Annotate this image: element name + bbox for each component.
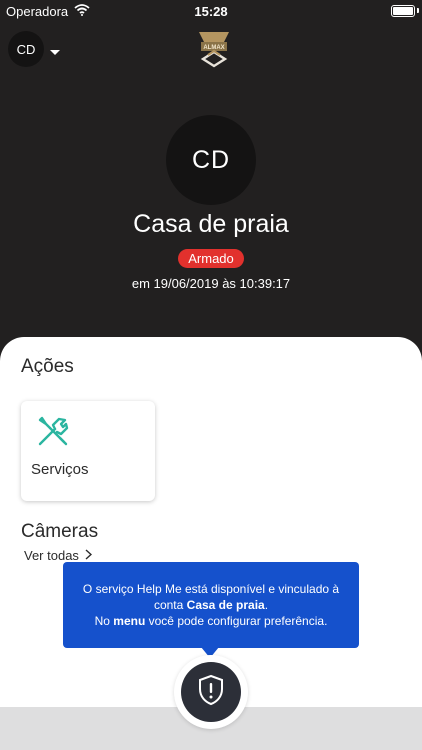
help-me-button[interactable] xyxy=(181,662,241,722)
chevron-down-icon[interactable] xyxy=(49,44,61,62)
tooltip-line-3: No menu você pode configurar preferência… xyxy=(94,614,328,628)
see-all-cameras-link[interactable]: Ver todas xyxy=(24,548,92,563)
tooltip-line-2: conta Casa de praia. xyxy=(153,598,269,612)
services-card[interactable]: Serviços xyxy=(21,401,155,501)
help-me-tooltip: O serviço Help Me está disponível e vinc… xyxy=(63,562,359,648)
shield-alert-icon xyxy=(197,674,225,711)
brand-logo: ALMAX xyxy=(195,30,233,68)
actions-heading: Ações xyxy=(21,356,74,377)
tools-icon xyxy=(36,414,70,448)
profile-avatar[interactable]: CD xyxy=(8,31,44,67)
chevron-right-icon xyxy=(85,548,92,563)
tooltip-line-1: O serviço Help Me está disponível e vinc… xyxy=(82,582,340,596)
see-all-label: Ver todas xyxy=(24,548,79,563)
battery-icon xyxy=(391,5,415,17)
clock: 15:28 xyxy=(194,4,228,19)
status-bar: Operadora 15:28 xyxy=(0,0,422,22)
cameras-heading: Câmeras xyxy=(21,521,99,542)
status-badge: Armado xyxy=(178,249,244,268)
location-name: Casa de praia xyxy=(133,210,289,238)
status-timestamp: em 19/06/2019 às 10:39:17 xyxy=(131,276,291,291)
services-label: Serviços xyxy=(31,461,89,478)
location-avatar: CD xyxy=(166,115,256,205)
